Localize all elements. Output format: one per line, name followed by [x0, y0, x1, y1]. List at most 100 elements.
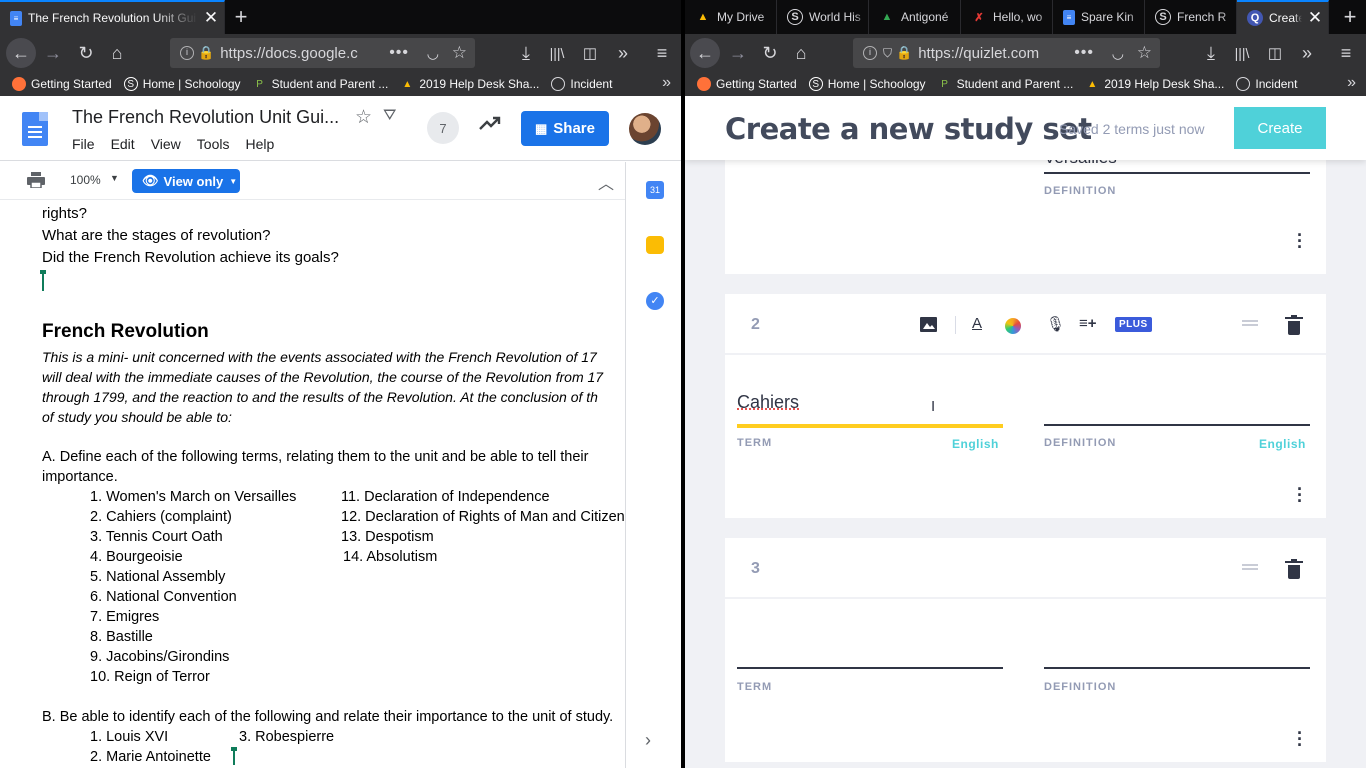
more-options-icon[interactable]: · · ·: [1296, 480, 1304, 510]
menu-hamburger-icon[interactable]: ≡: [648, 39, 676, 67]
more-dots-icon[interactable]: •••: [1074, 44, 1094, 62]
activity-trend-icon[interactable]: [478, 113, 502, 133]
download-icon[interactable]: ⤓: [1197, 39, 1225, 67]
collaborator-count-badge[interactable]: 7: [427, 112, 459, 144]
more-dots-icon[interactable]: •••: [389, 44, 409, 62]
forward-arrow-icon[interactable]: →: [39, 39, 67, 67]
calendar-icon[interactable]: 31: [646, 181, 664, 199]
more-options-icon[interactable]: · · ·: [1296, 226, 1304, 256]
url-bar[interactable]: i 🔒 https://docs.google.c ••• ◡ ☆: [170, 38, 475, 68]
sidebar-icon[interactable]: ◫: [576, 39, 604, 67]
image-icon[interactable]: [920, 317, 937, 332]
library-icon[interactable]: |||\: [1228, 39, 1256, 67]
menu-hamburger-icon[interactable]: ≡: [1332, 39, 1360, 67]
add-line-icon[interactable]: ≡+: [1079, 315, 1097, 332]
menu-tools[interactable]: Tools: [197, 136, 230, 152]
tab-french-revolution[interactable]: S French R: [1145, 0, 1237, 34]
definition-text[interactable]: Versailles: [1044, 160, 1117, 168]
more-options-icon[interactable]: · · ·: [1296, 724, 1304, 754]
download-icon[interactable]: ⤓: [512, 39, 540, 67]
info-icon[interactable]: i: [863, 46, 877, 60]
tab-antigone[interactable]: ▲ Antigoné: [869, 0, 961, 34]
sidebar-icon[interactable]: ◫: [1261, 39, 1289, 67]
bookmark-getting-started[interactable]: Getting Started: [697, 77, 797, 91]
create-button[interactable]: Create: [1234, 107, 1326, 149]
new-tab-icon[interactable]: +: [1334, 0, 1366, 34]
term-language-selector[interactable]: English: [952, 437, 999, 451]
reload-icon[interactable]: ↻: [72, 39, 100, 67]
zoom-level[interactable]: 100%: [70, 173, 101, 187]
text-cursor-icon: I: [931, 398, 936, 415]
add-to-drive-icon[interactable]: ⛛: [383, 107, 396, 125]
drag-handle-icon[interactable]: [1242, 564, 1258, 570]
home-icon[interactable]: ⌂: [103, 39, 131, 67]
keep-icon[interactable]: [646, 236, 664, 254]
star-bookmark-icon[interactable]: ☆: [1137, 43, 1152, 63]
star-icon[interactable]: ☆: [355, 106, 372, 129]
back-arrow-icon[interactable]: ←: [690, 38, 720, 68]
new-tab-icon[interactable]: +: [225, 0, 257, 34]
bookmark-getting-started[interactable]: Getting Started: [12, 77, 112, 91]
reload-icon[interactable]: ↻: [756, 39, 784, 67]
chevron-right-icon[interactable]: ›: [645, 730, 651, 751]
term-item: 9. Jacobins/Girondins: [90, 649, 230, 665]
docs-logo-icon[interactable]: [22, 112, 48, 146]
menu-edit[interactable]: Edit: [111, 136, 135, 152]
bookmark-incident[interactable]: Incident: [1236, 77, 1297, 91]
tab-hello-world[interactable]: ✗ Hello, wo: [961, 0, 1053, 34]
tasks-icon[interactable]: ✓: [646, 292, 664, 310]
forward-arrow-icon[interactable]: →: [724, 39, 752, 67]
trash-icon[interactable]: [1285, 315, 1303, 335]
bookmark-schoology[interactable]: S Home | Schoology: [808, 77, 926, 91]
plus-badge[interactable]: PLUS: [1115, 317, 1152, 332]
url-bar[interactable]: i ⛉ 🔒 https://quizlet.com ••• ◡ ☆: [853, 38, 1160, 68]
menu-view[interactable]: View: [151, 136, 181, 152]
document-title[interactable]: The French Revolution Unit Gui...: [72, 107, 339, 128]
info-icon[interactable]: i: [180, 46, 194, 60]
library-icon[interactable]: |||\: [543, 39, 571, 67]
term-input[interactable]: Cahiers: [737, 392, 799, 413]
overflow-chevron-icon[interactable]: »: [1293, 39, 1321, 67]
close-tab-icon[interactable]: ✕: [1302, 8, 1328, 28]
color-picker-icon[interactable]: [1005, 318, 1021, 334]
bookmark-student-parent[interactable]: P Student and Parent ...: [253, 77, 388, 91]
tab-world-history[interactable]: S World His: [777, 0, 869, 34]
pocket-icon[interactable]: ◡: [427, 45, 439, 62]
bookmark-help-desk[interactable]: ▲ 2019 Help Desk Sha...: [1085, 77, 1224, 91]
tab-docs[interactable]: ≡ The French Revolution Unit Gui ✕: [0, 0, 225, 34]
menu-help[interactable]: Help: [245, 136, 274, 152]
bookmark-incident[interactable]: Incident: [551, 77, 612, 91]
definition-input[interactable]: [1044, 667, 1310, 669]
body-line: Did the French Revolution achieve its go…: [42, 249, 339, 266]
text-format-icon[interactable]: A: [972, 315, 982, 332]
bookmarks-overflow-icon[interactable]: »: [1347, 74, 1356, 92]
collapse-chevron-icon[interactable]: ︿: [598, 170, 614, 194]
tab-spare-kin[interactable]: ≡ Spare Kin: [1053, 0, 1145, 34]
term-item: 10. Reign of Terror: [90, 669, 210, 685]
tab-quizlet-create[interactable]: Q Create ✕: [1237, 0, 1329, 34]
tab-my-drive[interactable]: ▲ My Drive: [685, 0, 777, 34]
microphone-icon[interactable]: 🎙: [1046, 315, 1065, 333]
pocket-icon[interactable]: ◡: [1112, 45, 1124, 62]
view-only-mode-button[interactable]: 👁 View only ▼: [132, 169, 240, 193]
globe-icon: [1236, 77, 1251, 91]
definition-language-selector[interactable]: English: [1259, 437, 1306, 451]
close-tab-icon[interactable]: ✕: [198, 8, 224, 28]
menu-file[interactable]: File: [72, 136, 95, 152]
definition-input[interactable]: [1044, 424, 1310, 426]
overflow-chevron-icon[interactable]: »: [609, 39, 637, 67]
zoom-dropdown-icon[interactable]: ▼: [110, 173, 119, 183]
bookmark-help-desk[interactable]: ▲ 2019 Help Desk Sha...: [400, 77, 539, 91]
bookmarks-overflow-icon[interactable]: »: [662, 74, 671, 92]
drag-handle-icon[interactable]: [1242, 320, 1258, 326]
term-input[interactable]: [737, 667, 1003, 669]
star-bookmark-icon[interactable]: ☆: [452, 43, 467, 63]
trash-icon[interactable]: [1285, 559, 1303, 579]
home-icon[interactable]: ⌂: [787, 39, 815, 67]
bookmark-schoology[interactable]: S Home | Schoology: [123, 77, 241, 91]
print-icon[interactable]: [27, 172, 45, 188]
back-arrow-icon[interactable]: ←: [6, 38, 36, 68]
bookmark-student-parent[interactable]: P Student and Parent ...: [938, 77, 1073, 91]
avatar[interactable]: [629, 113, 661, 145]
share-button[interactable]: ▦ Share: [521, 111, 609, 146]
